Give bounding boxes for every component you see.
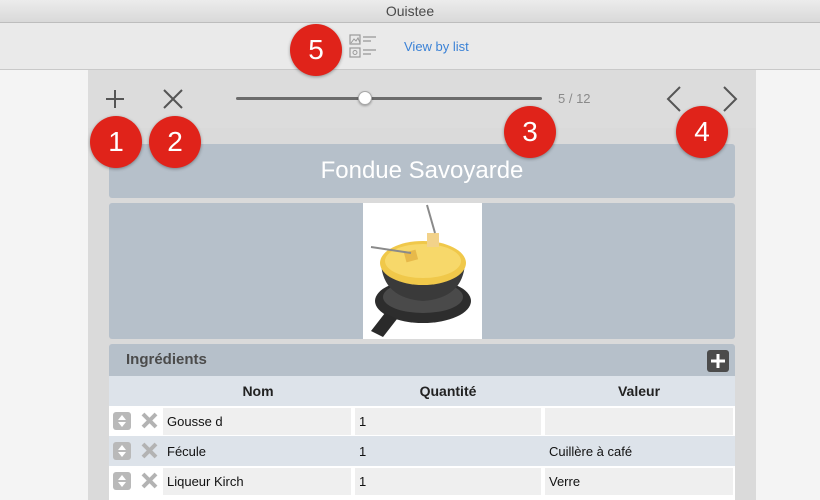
chevron-right-icon[interactable] (722, 85, 738, 113)
up-down-arrows-icon (118, 445, 126, 457)
cell-nom[interactable]: Liqueur Kirch (163, 468, 351, 495)
callout-badge-4: 4 (676, 106, 728, 158)
ingredients-table: Nom Quantité Valeur Gousse d 1 Fécule 1 … (109, 376, 735, 500)
plus-icon (711, 354, 725, 368)
fondue-photo[interactable] (363, 203, 482, 339)
table-row: Gousse d 1 (109, 406, 735, 436)
add-icon[interactable] (104, 88, 126, 110)
close-icon[interactable] (162, 88, 184, 110)
callout-badge-1: 1 (90, 116, 142, 168)
up-down-arrows-icon (118, 415, 126, 427)
cell-nom[interactable]: Gousse d (163, 408, 351, 435)
cell-quantite[interactable]: 1 (355, 438, 541, 465)
chevron-left-icon[interactable] (666, 85, 682, 113)
add-ingredient-button[interactable] (707, 350, 729, 372)
callout-badge-2: 2 (149, 116, 201, 168)
reorder-handle[interactable] (113, 442, 131, 460)
record-slider-thumb[interactable] (357, 91, 372, 105)
cell-quantite[interactable]: 1 (355, 408, 541, 435)
cell-nom[interactable]: Fécule (163, 438, 351, 465)
delete-row-icon[interactable] (140, 471, 159, 490)
column-header-quantite[interactable]: Quantité (353, 376, 543, 406)
ingredients-title: Ingrédients (126, 351, 207, 368)
window-title: Ouistee (0, 0, 820, 23)
image-list-icon[interactable] (349, 33, 377, 61)
callout-badge-3: 3 (504, 106, 556, 158)
cell-valeur[interactable] (545, 408, 733, 435)
reorder-handle[interactable] (113, 412, 131, 430)
view-by-list-link[interactable]: View by list (404, 39, 469, 54)
column-header-valeur[interactable]: Valeur (543, 376, 735, 406)
recipe-content: Fondue Savoyarde Ingrédients Nom Quantit… (88, 128, 756, 500)
column-header-nom[interactable]: Nom (163, 376, 353, 406)
recipe-image-box (109, 203, 735, 339)
recipe-title[interactable]: Fondue Savoyarde (109, 144, 735, 198)
cell-quantite[interactable]: 1 (355, 468, 541, 495)
up-down-arrows-icon (118, 475, 126, 487)
cell-valeur[interactable]: Cuillère à café (545, 438, 733, 465)
header-spacer (109, 376, 163, 406)
table-row: Fécule 1 Cuillère à café (109, 436, 735, 466)
ingredients-header: Ingrédients (109, 344, 735, 376)
callout-badge-5: 5 (290, 24, 342, 76)
cell-valeur[interactable]: Verre (545, 468, 733, 495)
left-margin (0, 70, 88, 500)
right-margin (756, 70, 820, 500)
table-row: Liqueur Kirch 1 Verre (109, 466, 735, 496)
delete-row-icon[interactable] (140, 411, 159, 430)
record-counter: 5 / 12 (558, 91, 591, 106)
toolbar: View by list (0, 23, 820, 70)
delete-row-icon[interactable] (140, 441, 159, 460)
reorder-handle[interactable] (113, 472, 131, 490)
record-slider-track[interactable] (236, 97, 542, 100)
